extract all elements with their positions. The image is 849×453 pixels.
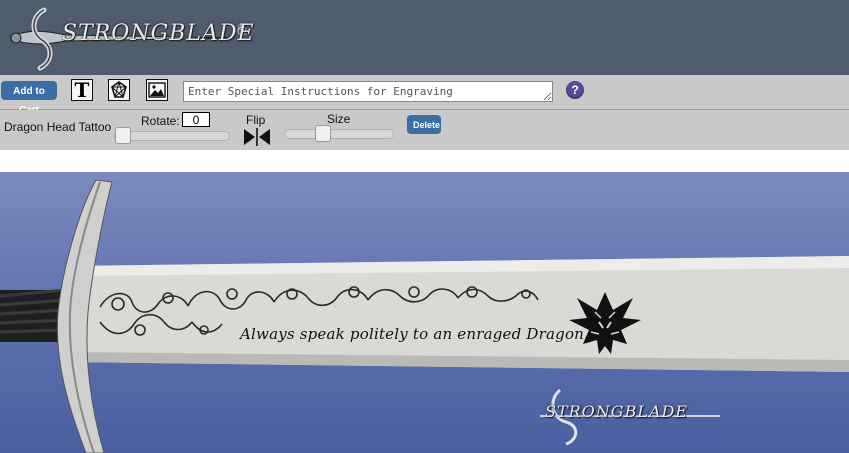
engraving-text[interactable]: Always speak politely to an enraged Drag… (240, 325, 589, 343)
strongblade-watermark: STRONGBLADE (545, 402, 689, 421)
engraving-instructions-input[interactable] (183, 81, 553, 102)
add-text-tool[interactable]: T (71, 79, 93, 101)
engraving-toolbar: Add to Cart T ? (0, 75, 849, 116)
help-icon[interactable]: ? (566, 81, 584, 99)
sword-blade-image (0, 179, 849, 453)
text-tool-icon: T (74, 78, 90, 102)
logo-wordmark: STRONGBLADE (62, 21, 255, 46)
rotate-label: Rotate: (141, 114, 180, 128)
add-image-tool[interactable] (146, 79, 168, 101)
add-clipart-tool[interactable] (108, 79, 130, 101)
size-slider[interactable] (284, 125, 394, 142)
site-header: STRONGBLADE ® (0, 0, 849, 75)
delete-layer-button[interactable]: Delete (407, 115, 441, 134)
celtic-knot-icon (111, 81, 127, 98)
rotate-slider[interactable] (114, 127, 230, 144)
image-icon (148, 82, 166, 98)
flip-horizontal-icon[interactable] (243, 127, 271, 147)
rotate-value-input[interactable]: 0 (182, 112, 210, 127)
flip-label: Flip (246, 113, 266, 127)
size-label: Size (327, 112, 351, 126)
add-to-cart-button[interactable]: Add to Cart (1, 81, 57, 116)
strongblade-logo[interactable]: STRONGBLADE ® (4, 2, 254, 72)
registered-mark: ® (238, 23, 244, 32)
layer-name: Dragon Head Tattoo (4, 120, 112, 134)
engraving-preview-canvas[interactable]: Always speak politely to an enraged Drag… (0, 172, 849, 453)
rotate-slider-handle[interactable] (115, 127, 131, 144)
layer-properties-bar: Dragon Head Tattoo Rotate: 0 Flip Size D… (0, 110, 849, 150)
size-slider-handle[interactable] (315, 125, 331, 142)
